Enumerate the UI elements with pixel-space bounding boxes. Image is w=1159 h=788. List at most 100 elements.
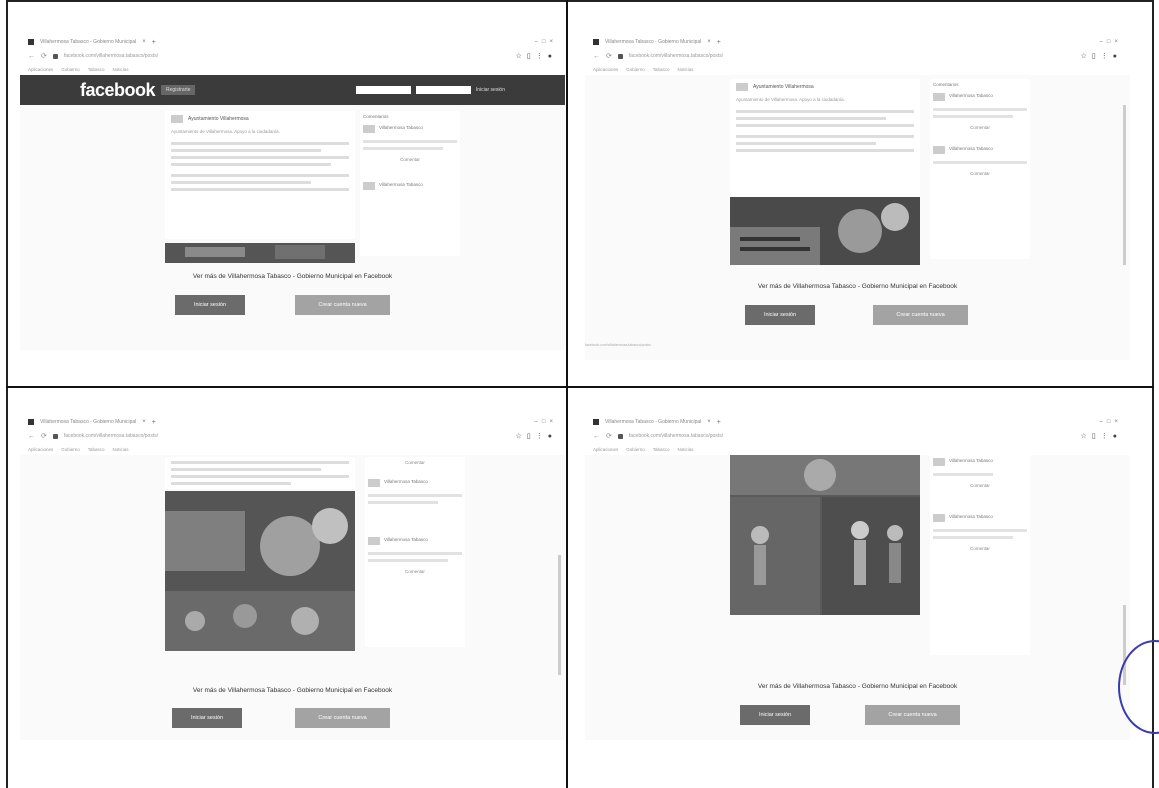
- cta-login-button[interactable]: Iniciar sesión: [745, 305, 815, 325]
- back-icon[interactable]: ←: [28, 53, 35, 60]
- url-field[interactable]: facebook.com/villahermosa.tabasco/posts/: [64, 53, 324, 59]
- bookmark-item[interactable]: Gobierno: [61, 67, 80, 72]
- post-author[interactable]: Ayuntamiento Villahermosa: [188, 116, 249, 122]
- sidebar-item-label[interactable]: Villahermosa Tabasco: [949, 146, 993, 154]
- screenshot-panel-2: Villahermosa Tabasco - Gobierno Municipa…: [585, 35, 1130, 370]
- new-tab-icon[interactable]: +: [152, 39, 156, 46]
- comment-action[interactable]: Comentar: [930, 122, 1030, 133]
- window-controls[interactable]: –□×: [535, 419, 557, 425]
- scrollbar[interactable]: [1123, 105, 1126, 265]
- post-author[interactable]: Ayuntamiento Villahermosa: [753, 84, 814, 90]
- bookmark-item[interactable]: Noticias: [678, 447, 694, 452]
- header-login-button[interactable]: Iniciar sesión: [476, 87, 505, 93]
- comment-action[interactable]: Comentar: [365, 566, 465, 577]
- tab-close-icon[interactable]: ×: [707, 419, 711, 425]
- bookmark-item[interactable]: Tabasco: [88, 447, 105, 452]
- new-tab-icon[interactable]: +: [717, 39, 721, 46]
- reload-icon[interactable]: ⟳: [606, 432, 612, 440]
- reload-icon[interactable]: ⟳: [41, 52, 47, 60]
- screenshot-panel-4: Villahermosa Tabasco - Gobierno Municipa…: [585, 415, 1130, 750]
- new-tab-icon[interactable]: +: [717, 419, 721, 426]
- url-field[interactable]: facebook.com/villahermosa.tabasco/posts/: [64, 433, 324, 439]
- bookmark-item[interactable]: Aplicaciones: [28, 447, 53, 452]
- bookmark-item[interactable]: Gobierno: [61, 447, 80, 452]
- reload-icon[interactable]: ⟳: [606, 52, 612, 60]
- bookmark-item[interactable]: Aplicaciones: [28, 67, 53, 72]
- back-icon[interactable]: ←: [593, 433, 600, 440]
- bookmark-item[interactable]: Tabasco: [653, 67, 670, 72]
- back-icon[interactable]: ←: [28, 433, 35, 440]
- post-card: [165, 457, 355, 489]
- status-url: facebook.com/villahermosa.tabasco/posts/: [585, 343, 651, 347]
- toolbar-icons[interactable]: ☆▯⋮●: [1081, 432, 1122, 440]
- sidebar-item-label[interactable]: Villahermosa Tabasco: [949, 93, 993, 101]
- post-photo[interactable]: [165, 491, 355, 651]
- address-bar-row: ← ⟳ facebook.com/villahermosa.tabasco/po…: [585, 429, 1130, 443]
- facebook-logo[interactable]: facebook: [80, 80, 156, 101]
- bookmark-item[interactable]: Tabasco: [88, 67, 105, 72]
- post-photo[interactable]: [165, 243, 355, 263]
- avatar: [368, 479, 380, 487]
- lock-icon: [617, 53, 623, 59]
- avatar: [171, 115, 183, 123]
- page-content: Ayuntamiento Villahermosa Ayuntamiento d…: [20, 105, 565, 350]
- bookmark-item[interactable]: Gobierno: [626, 447, 645, 452]
- new-tab-icon[interactable]: +: [152, 419, 156, 426]
- tab-title[interactable]: Villahermosa Tabasco - Gobierno Municipa…: [40, 39, 136, 45]
- register-button[interactable]: Registrarte: [161, 85, 196, 95]
- tab-title[interactable]: Villahermosa Tabasco - Gobierno Municipa…: [40, 419, 136, 425]
- tab-favicon-icon: [28, 419, 34, 425]
- cta-login-button[interactable]: Iniciar sesión: [740, 705, 810, 725]
- tab-title[interactable]: Villahermosa Tabasco - Gobierno Municipa…: [605, 39, 701, 45]
- sidebar-item-label[interactable]: Villahermosa Tabasco: [379, 125, 423, 133]
- browser-tab-bar: Villahermosa Tabasco - Gobierno Municipa…: [20, 35, 565, 49]
- comment-action[interactable]: Comentar: [365, 457, 465, 468]
- bookmark-item[interactable]: Tabasco: [653, 447, 670, 452]
- bookmarks-bar: Aplicaciones Gobierno Tabasco Noticias: [20, 63, 565, 75]
- bookmark-item[interactable]: Aplicaciones: [593, 447, 618, 452]
- tab-close-icon[interactable]: ×: [142, 419, 146, 425]
- bookmark-item[interactable]: Noticias: [113, 447, 129, 452]
- toolbar-icons[interactable]: ☆▯⋮●: [516, 52, 557, 60]
- screenshot-panel-1: Villahermosa Tabasco - Gobierno Municipa…: [20, 35, 565, 370]
- comment-action[interactable]: Comentar: [930, 543, 1030, 554]
- comment-action[interactable]: Comentar: [930, 168, 1030, 179]
- sidebar-item-label[interactable]: Villahermosa Tabasco: [949, 514, 993, 522]
- reload-icon[interactable]: ⟳: [41, 432, 47, 440]
- toolbar-icons[interactable]: ☆▯⋮●: [1081, 52, 1122, 60]
- lock-icon: [52, 433, 58, 439]
- back-icon[interactable]: ←: [593, 53, 600, 60]
- cta-create-account-button[interactable]: Crear cuenta nueva: [873, 305, 968, 325]
- window-controls[interactable]: –□×: [535, 39, 557, 45]
- window-controls[interactable]: –□×: [1100, 419, 1122, 425]
- bookmark-item[interactable]: Noticias: [113, 67, 129, 72]
- cta-login-button[interactable]: Iniciar sesión: [175, 295, 245, 315]
- grid-vertical-divider: [566, 0, 568, 788]
- url-field[interactable]: facebook.com/villahermosa.tabasco/posts/: [629, 53, 889, 59]
- url-field[interactable]: facebook.com/villahermosa.tabasco/posts/: [629, 433, 889, 439]
- bookmarks-bar: Aplicaciones Gobierno Tabasco Noticias: [585, 443, 1130, 455]
- tab-close-icon[interactable]: ×: [707, 39, 711, 45]
- comment-action[interactable]: Comentar: [360, 154, 460, 165]
- sidebar-item-label[interactable]: Villahermosa Tabasco: [379, 182, 423, 190]
- bookmark-item[interactable]: Noticias: [678, 67, 694, 72]
- cta-login-button[interactable]: Iniciar sesión: [172, 708, 242, 728]
- sidebar-item-label[interactable]: Villahermosa Tabasco: [949, 458, 993, 466]
- sidebar-item-label[interactable]: Villahermosa Tabasco: [384, 479, 428, 487]
- email-input[interactable]: [355, 86, 411, 94]
- bookmark-item[interactable]: Gobierno: [626, 67, 645, 72]
- tab-close-icon[interactable]: ×: [142, 39, 146, 45]
- password-input[interactable]: [415, 86, 471, 94]
- cta-create-account-button[interactable]: Crear cuenta nueva: [295, 708, 390, 728]
- post-photo[interactable]: [730, 455, 920, 615]
- sidebar-item-label[interactable]: Villahermosa Tabasco: [384, 537, 428, 545]
- cta-create-account-button[interactable]: Crear cuenta nueva: [865, 705, 960, 725]
- cta-create-account-button[interactable]: Crear cuenta nueva: [295, 295, 390, 315]
- post-photo[interactable]: [730, 197, 920, 265]
- window-controls[interactable]: –□×: [1100, 39, 1122, 45]
- scrollbar[interactable]: [558, 555, 561, 675]
- tab-title[interactable]: Villahermosa Tabasco - Gobierno Municipa…: [605, 419, 701, 425]
- comment-action[interactable]: Comentar: [930, 480, 1030, 491]
- toolbar-icons[interactable]: ☆▯⋮●: [516, 432, 557, 440]
- bookmark-item[interactable]: Aplicaciones: [593, 67, 618, 72]
